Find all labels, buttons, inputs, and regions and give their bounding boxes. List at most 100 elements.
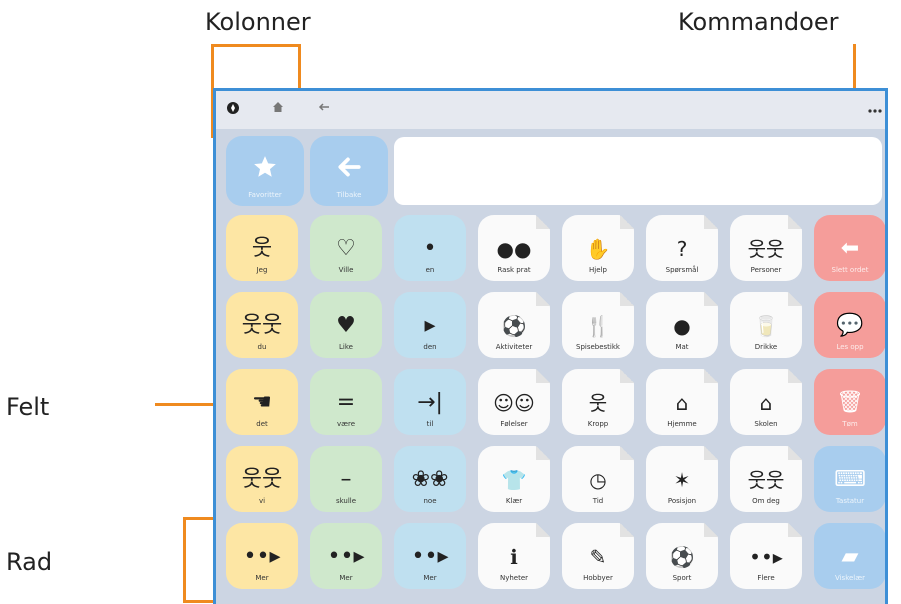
aac-app-frame: Favoritter Tilbake 웃 Jeg ♡ Ville • en ●● Rask p… [213,88,888,604]
felt-arrow-line [155,403,221,406]
grid-cell-label: Tastatur [835,497,865,505]
grid-cell-1-8[interactable]: ⬅ Slett ordet [814,215,885,281]
grid-cell-3-3[interactable]: →| til [394,369,466,435]
keyboard-icon: ⌨ [834,467,866,492]
annotation-kolonner: Kolonner [205,8,311,36]
grid-cell-label: Posisjon [667,497,697,505]
grid-cell-4-5[interactable]: ◷ Tid [562,446,634,512]
grid-cell-3-1[interactable]: ☚ det [226,369,298,435]
back-arrow-icon[interactable] [318,101,330,117]
grid-cell-5-7[interactable]: ••▸ Flere [730,523,802,589]
school-icon: ⌂ [759,391,773,415]
more-icon[interactable] [868,101,882,117]
grid-cell-5-4[interactable]: ℹ Nyheter [478,523,550,589]
hobby-icon: ✎ [589,545,607,569]
grid-cell-3-5[interactable]: 웃 Kropp [562,369,634,435]
delete-word-icon: ⬅ [840,236,860,261]
grid-cell-label: Les opp [836,343,864,351]
grid-cell-label: Aktiviteter [495,343,533,351]
grid-cell-label: Like [339,343,353,351]
food-icon: ● [673,314,691,338]
clothes-icon: 👕 [501,468,527,492]
grid-cell-4-4[interactable]: 👕 Klær [478,446,550,512]
grid-cell-2-1[interactable]: 웃웃 du [226,292,298,358]
trash-icon: 🗑 [836,390,864,415]
grid-cell-label: Klær [505,497,523,505]
grid-cell-5-2[interactable]: ••▸ Mer [310,523,382,589]
grid-cell-1-5[interactable]: ✋ Hjelp [562,215,634,281]
grid-cell-2-7[interactable]: 🥛 Drikke [730,292,802,358]
grid-cell-1-4[interactable]: ●● Rask prat [478,215,550,281]
activity-icon: ⚽ [501,314,527,338]
grid-cell-1-1[interactable]: 웃 Jeg [226,215,298,281]
grid-cell-2-4[interactable]: ⚽ Aktiviteter [478,292,550,358]
arrow-left-icon [336,154,362,187]
stick-figure-icon: 웃 [251,236,273,261]
arrow-right-icon: ▸ [424,313,436,338]
annotation-kommandoer: Kommandoer [678,8,839,36]
heart-icon: ♥ [336,313,356,338]
grid-cell-2-2[interactable]: ♥ Like [310,292,382,358]
compass-icon[interactable] [226,101,240,119]
faces-icon: ☺☺ [493,391,535,415]
grid-cell-5-5[interactable]: ✎ Hobbyer [562,523,634,589]
grid-cell-2-8[interactable]: 💬 Les opp [814,292,885,358]
grid-cell-3-6[interactable]: ⌂ Hjemme [646,369,718,435]
grid-cell-label: noe [423,497,437,505]
glass-icon: 🥛 [753,314,779,338]
grid-cell-4-2[interactable]: – skulle [310,446,382,512]
back-label: Tilbake [336,191,362,199]
back-button[interactable]: Tilbake [310,136,388,206]
equals-icon: = [336,390,356,415]
grid-cell-label: Tid [592,497,604,505]
grid-cell-4-1[interactable]: 웃웃 vi [226,446,298,512]
message-bar[interactable] [394,137,882,205]
group-figure-icon: 웃웃 [241,467,283,492]
things-icon: ❀❀ [411,467,449,492]
grid-cell-2-3[interactable]: ▸ den [394,292,466,358]
grid-cell-4-3[interactable]: ❀❀ noe [394,446,466,512]
grid-cell-1-3[interactable]: • en [394,215,466,281]
grid-cell-5-6[interactable]: ⚽ Sport [646,523,718,589]
annotation-rad: Rad [6,548,53,576]
grid-cell-3-4[interactable]: ☺☺ Følelser [478,369,550,435]
star-icon [252,154,278,187]
grid-cell-1-7[interactable]: 웃웃 Personer [730,215,802,281]
grid-cell-label: til [426,420,434,428]
grid-cell-label: Tøm [842,420,858,428]
grid-cell-1-2[interactable]: ♡ Ville [310,215,382,281]
fork-icon: 🍴 [585,314,611,338]
more-arrow-icon: ••▸ [243,544,281,569]
eraser-icon: ▰ [841,544,859,569]
sport-icon: ⚽ [669,545,695,569]
grid-cell-4-6[interactable]: ✶ Posisjon [646,446,718,512]
grid-cell-3-2[interactable]: = være [310,369,382,435]
favorites-button[interactable]: Favoritter [226,136,304,206]
grid-cell-5-1[interactable]: ••▸ Mer [226,523,298,589]
grid-cell-1-6[interactable]: ? Spørsmål [646,215,718,281]
help-people-icon: ✋ [585,237,611,261]
grid-cell-label: Nyheter [499,574,529,582]
grid-cell-label: Mer [339,574,353,582]
pointing-icon: ☚ [252,390,272,415]
grid-cell-3-7[interactable]: ⌂ Skolen [730,369,802,435]
more-arrow-icon: ••▸ [327,544,365,569]
grid-cell-2-5[interactable]: 🍴 Spisebestikk [562,292,634,358]
grid-cell-label: Ville [338,266,354,274]
question-icon: ? [676,237,688,261]
grid-cell-2-6[interactable]: ● Mat [646,292,718,358]
grid-cell-3-8[interactable]: 🗑 Tøm [814,369,885,435]
grid-cell-5-3[interactable]: ••▸ Mer [394,523,466,589]
news-icon: ℹ [510,545,518,569]
grid-cell-label: Spisebestikk [576,343,620,351]
grid-cell-label: Sport [672,574,692,582]
minus-icon: – [340,467,352,492]
grid-cell-4-7[interactable]: 웃웃 Om deg [730,446,802,512]
grid-cell-5-8[interactable]: ▰ Viskelær [814,523,885,589]
more-arrow-icon: ••▸ [749,545,783,569]
home-icon[interactable] [272,101,284,117]
grid-cell-4-8[interactable]: ⌨ Tastatur [814,446,885,512]
annotation-felt: Felt [6,393,50,421]
speak-bubble-icon: 💬 [836,313,864,338]
more-arrow-icon: ••▸ [411,544,449,569]
